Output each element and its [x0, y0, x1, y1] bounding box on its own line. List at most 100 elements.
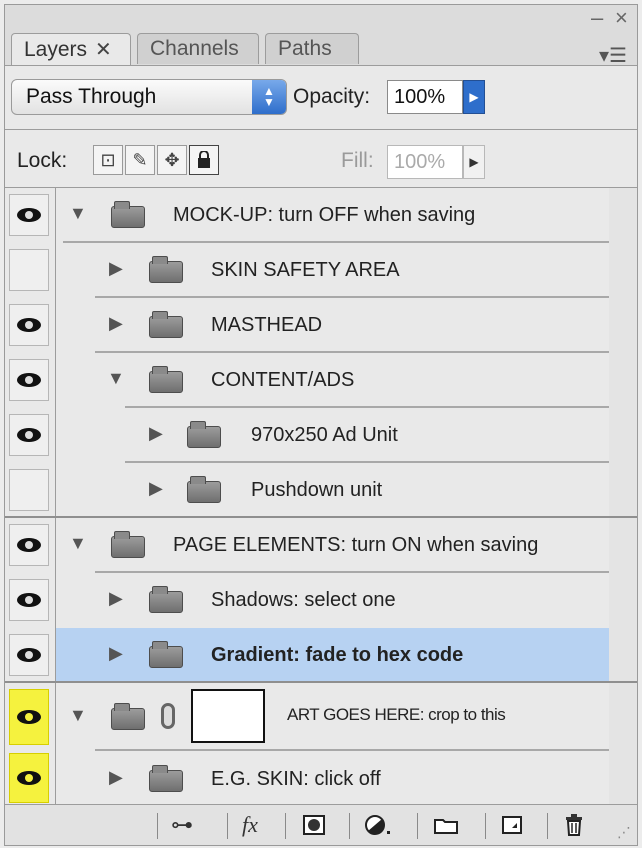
layer-name: 970x250 Ad Unit [251, 424, 398, 446]
layer-mask-thumbnail[interactable] [191, 689, 265, 743]
layers-toolbar: ⊶ fx ⋰ [5, 804, 637, 845]
minimize-button[interactable]: – [591, 7, 603, 29]
toolbar-divider [349, 813, 350, 839]
fill-slider-arrow-icon[interactable]: ▶ [463, 145, 485, 179]
eye-icon [17, 648, 41, 662]
folder-icon [111, 201, 145, 228]
chain-link-icon[interactable] [161, 703, 175, 729]
toolbar-divider [547, 813, 548, 839]
opacity-slider-arrow-icon[interactable]: ▶ [463, 80, 485, 114]
visibility-toggle[interactable] [9, 689, 49, 745]
expanded-triangle-icon[interactable]: ▼ [69, 203, 87, 224]
layer-name: Gradient: fade to hex code [211, 644, 464, 666]
close-icon[interactable]: ✕ [95, 37, 112, 62]
lock-position-move-icon[interactable]: ✥ [157, 145, 187, 175]
visibility-toggle[interactable] [9, 753, 49, 803]
eye-icon [17, 771, 41, 785]
toolbar-divider [285, 813, 286, 839]
layer-row[interactable]: ▶ MASTHEAD [5, 298, 637, 353]
chevron-updown-icon: ▲ ▼ [252, 80, 286, 114]
folder-icon [149, 366, 183, 393]
folder-icon [149, 765, 183, 792]
visibility-toggle[interactable] [9, 359, 49, 401]
fill-input[interactable]: 100% [387, 145, 463, 179]
fx-icon[interactable]: fx [233, 811, 267, 839]
layer-row[interactable]: ▶ E.G. SKIN: click off [5, 751, 637, 806]
eye-icon [17, 318, 41, 332]
collapsed-triangle-icon[interactable]: ▶ [109, 313, 123, 334]
lock-pixels-brush-icon[interactable]: ✎ [125, 145, 155, 175]
visibility-toggle[interactable] [9, 304, 49, 346]
layer-row[interactable]: ▼ CONTENT/ADS [5, 353, 637, 408]
folder-icon [111, 531, 145, 558]
visibility-toggle[interactable] [9, 249, 49, 291]
visibility-toggle[interactable] [9, 579, 49, 621]
tab-channels-label: Channels [150, 37, 239, 60]
trash-icon[interactable] [557, 811, 591, 839]
new-layer-icon[interactable] [495, 811, 529, 839]
visibility-toggle[interactable] [9, 194, 49, 236]
layer-row[interactable]: ▶ SKIN SAFETY AREA [5, 243, 637, 298]
layer-row[interactable]: ▼ ART GOES HERE: crop to this [5, 683, 637, 751]
blend-mode-select[interactable]: Pass Through ▲ ▼ [11, 79, 287, 115]
eye-icon [17, 710, 41, 724]
tab-layers[interactable]: Layers ✕ [11, 33, 131, 65]
layer-name: PAGE ELEMENTS: turn ON when saving [173, 534, 539, 556]
tab-channels[interactable]: Channels [137, 33, 259, 64]
panel-menu-icon[interactable]: ▾☰ [599, 43, 627, 68]
blend-mode-value: Pass Through [26, 85, 157, 108]
collapsed-triangle-icon[interactable]: ▶ [149, 478, 163, 499]
expanded-triangle-icon[interactable]: ▼ [69, 705, 87, 726]
layer-row[interactable]: ▶ Pushdown unit [5, 463, 637, 518]
folder-icon [111, 703, 145, 730]
layer-row[interactable]: ▼ MOCK-UP: turn OFF when saving [5, 188, 637, 243]
resize-grip-icon[interactable]: ⋰ [617, 824, 631, 841]
layer-row[interactable]: ▶ Shadows: select one [5, 573, 637, 628]
new-group-folder-icon[interactable] [429, 811, 463, 839]
folder-icon [149, 256, 183, 283]
layer-row[interactable]: ▼ PAGE ELEMENTS: turn ON when saving [5, 518, 637, 573]
collapsed-triangle-icon[interactable]: ▶ [149, 423, 163, 444]
layer-row[interactable]: ▶ 970x250 Ad Unit [5, 408, 637, 463]
expanded-triangle-icon[interactable]: ▼ [69, 533, 87, 554]
opacity-label: Opacity: [293, 85, 371, 108]
eye-icon [17, 208, 41, 222]
eye-icon [17, 538, 41, 552]
collapsed-triangle-icon[interactable]: ▶ [109, 767, 123, 788]
visibility-toggle[interactable] [9, 634, 49, 676]
layer-name: MOCK-UP: turn OFF when saving [173, 204, 476, 226]
layer-row-selected[interactable]: ▶ Gradient: fade to hex code [5, 628, 637, 683]
toolbar-divider [157, 813, 158, 839]
layer-name: CONTENT/ADS [211, 369, 355, 391]
eye-icon [17, 428, 41, 442]
toolbar-divider [417, 813, 418, 839]
lock-all-padlock-icon[interactable] [189, 145, 219, 175]
collapsed-triangle-icon[interactable]: ▶ [109, 643, 123, 664]
layer-name: MASTHEAD [211, 314, 323, 336]
folder-icon [149, 311, 183, 338]
visibility-toggle[interactable] [9, 414, 49, 456]
collapsed-triangle-icon[interactable]: ▶ [109, 258, 123, 279]
collapsed-triangle-icon[interactable]: ▶ [109, 588, 123, 609]
lock-transparency-icon[interactable]: ⊡ [93, 145, 123, 175]
lock-label: Lock: [17, 149, 68, 172]
layer-name: Pushdown unit [251, 479, 383, 501]
opacity-input[interactable]: 100% [387, 80, 463, 114]
visibility-toggle[interactable] [9, 524, 49, 566]
eye-icon [17, 593, 41, 607]
layer-name: Shadows: select one [211, 589, 396, 611]
visibility-toggle[interactable] [9, 469, 49, 511]
close-panel-button[interactable]: × [615, 7, 628, 29]
folder-icon [149, 641, 183, 668]
adjustment-layer-icon[interactable] [361, 811, 395, 839]
tab-paths[interactable]: Paths [265, 33, 359, 64]
add-mask-icon[interactable] [297, 811, 331, 839]
toolbar-divider [227, 813, 228, 839]
layer-name: SKIN SAFETY AREA [211, 259, 400, 281]
layer-name: ART GOES HERE: crop to this [287, 705, 506, 724]
expanded-triangle-icon[interactable]: ▼ [107, 368, 125, 389]
divider [5, 129, 637, 130]
link-layers-icon[interactable]: ⊶ [165, 811, 199, 839]
panel-tab-bar: – × Layers ✕ Channels Paths ▾☰ [5, 5, 637, 68]
layers-list: ▼ MOCK-UP: turn OFF when saving ▶ SKIN S… [5, 188, 637, 808]
